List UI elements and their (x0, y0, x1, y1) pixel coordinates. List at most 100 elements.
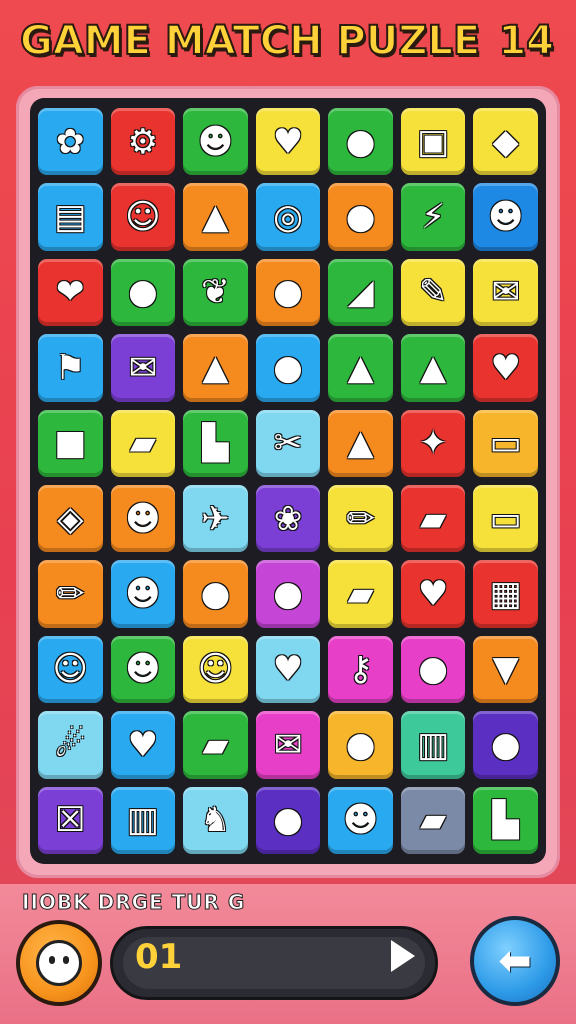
board-tile[interactable]: ● (183, 560, 248, 628)
board-tile[interactable]: ✉ (110, 334, 176, 402)
board-tile[interactable]: ▭ (473, 485, 538, 553)
board-tile[interactable]: ■ (38, 409, 103, 477)
board-tile[interactable]: ☻ (110, 485, 176, 553)
board-tile[interactable]: ☄ (38, 711, 103, 779)
board-tile[interactable]: ✏ (328, 485, 393, 553)
board-tile[interactable]: ▰ (110, 409, 176, 477)
board-tile[interactable]: ♥ (255, 108, 321, 176)
board-tile[interactable]: ▙ (473, 786, 538, 854)
wand-icon: ✦ (418, 423, 448, 464)
board-tile[interactable]: ▼ (473, 635, 538, 704)
board-tile[interactable]: ● (255, 334, 321, 402)
blue-ball-icon: ● (490, 724, 521, 765)
board-tile[interactable]: ▲ (328, 334, 393, 402)
board-tile[interactable]: ◢ (328, 258, 393, 327)
board-tile[interactable]: ⚡ (400, 183, 466, 251)
board-tile[interactable]: ✏ (38, 560, 103, 628)
board-tile[interactable]: ▭ (473, 409, 538, 477)
red-cone-icon: ▲ (202, 197, 229, 238)
board-tile[interactable]: ● (328, 108, 393, 176)
board-tile[interactable]: ▣ (400, 108, 466, 176)
board-tile[interactable]: ♥ (473, 334, 538, 402)
chili-icon: ▰ (202, 724, 229, 765)
board-tile[interactable]: ▰ (400, 786, 466, 854)
board-tile[interactable]: ☺ (183, 635, 248, 704)
board-tile[interactable]: ● (328, 183, 393, 251)
yellow-heart-icon: ♥ (490, 347, 521, 388)
board-tile[interactable]: ▲ (328, 409, 393, 477)
board-tile[interactable]: ✿ (38, 108, 103, 176)
board-tile[interactable]: ❀ (255, 485, 321, 553)
board-tile[interactable]: ☻ (183, 108, 248, 176)
flag-icon: ⚑ (55, 347, 86, 388)
orange-cone-icon: ▲ (202, 347, 229, 388)
pink-ball-icon: ● (273, 574, 303, 615)
envelope-icon: ✉ (128, 347, 158, 388)
board-tile[interactable]: ☻ (110, 560, 176, 628)
board-tile[interactable]: ● (328, 711, 393, 779)
board-tile[interactable]: ✈ (183, 485, 248, 553)
board-tile[interactable]: ✉ (255, 711, 321, 779)
board-tile[interactable]: ♥ (255, 635, 321, 704)
gear-icon: ⚙ (127, 121, 159, 162)
board-tile[interactable]: ✂ (255, 409, 321, 477)
carrot-icon: ▼ (492, 649, 519, 690)
board-tile[interactable]: ♥ (400, 560, 466, 628)
board-tile[interactable]: ● (255, 786, 321, 854)
crayon-icon: ✏ (346, 498, 375, 539)
board-tile[interactable]: ▙ (183, 409, 248, 477)
board-tile[interactable]: ● (255, 258, 321, 327)
board-tile[interactable]: ☒ (38, 786, 103, 854)
board-tile[interactable]: ● (110, 258, 176, 327)
board-tile[interactable]: ▲ (183, 183, 248, 251)
pear-icon: ● (345, 121, 376, 162)
board-tile[interactable]: ✎ (400, 258, 466, 327)
board-tile[interactable]: ☺ (110, 183, 176, 251)
board-tile[interactable]: ▰ (328, 560, 393, 628)
board-tile[interactable]: ▤ (38, 183, 103, 251)
green-monster-icon: ☻ (197, 121, 234, 162)
pink-heart-icon: ❤ (56, 272, 85, 313)
board-tile[interactable]: ⚑ (38, 334, 103, 402)
purple-ball-icon: ● (273, 800, 303, 841)
bear-icon: ☻ (125, 649, 161, 690)
board-tile[interactable]: ❦ (183, 258, 248, 327)
back-button[interactable]: ⬅ (470, 916, 560, 1006)
moves-bar: 01 (110, 926, 438, 1000)
board-tile[interactable]: ▲ (400, 334, 466, 402)
character-button[interactable] (16, 920, 102, 1006)
board-tile[interactable]: ❤ (38, 258, 103, 327)
board-tile[interactable]: ● (400, 635, 466, 704)
board-tile[interactable]: ▥ (400, 711, 466, 779)
board-tile[interactable]: ⚙ (110, 108, 176, 176)
card-icon: ▦ (489, 574, 522, 615)
white-monster-icon: ☺ (125, 197, 161, 238)
board-tile[interactable]: ▦ (473, 560, 538, 628)
board-tile[interactable]: ◎ (255, 183, 321, 251)
green-dino-icon: ♞ (200, 800, 231, 841)
blue-heart-icon: ♥ (417, 574, 449, 615)
board-tile[interactable]: ✉ (473, 258, 538, 327)
board-tile[interactable]: ☻ (328, 786, 393, 854)
board-tile[interactable]: ✦ (400, 409, 466, 477)
board-tile[interactable]: ♞ (183, 786, 248, 854)
board-tile[interactable]: ▰ (400, 485, 466, 553)
purple-cone-icon: ▲ (347, 347, 374, 388)
board-tile[interactable]: ▲ (183, 334, 248, 402)
comet-icon: ☄ (55, 724, 86, 765)
board-tile[interactable]: ☺ (38, 635, 103, 704)
board-tile[interactable]: ☻ (110, 635, 176, 704)
board-tile[interactable]: ● (473, 711, 538, 779)
board-tile[interactable]: ◈ (38, 485, 103, 553)
orange-cat-icon: ☻ (487, 197, 524, 238)
board-tile[interactable]: ▥ (110, 786, 176, 854)
board-tile[interactable]: ● (255, 560, 321, 628)
boot-icon: ▙ (202, 423, 229, 464)
board-tile[interactable]: ◆ (473, 108, 538, 176)
board-tile[interactable]: ☻ (473, 183, 538, 251)
play-icon[interactable] (391, 940, 415, 972)
board-tile[interactable]: ♥ (110, 711, 176, 779)
envelope-icon: ✉ (491, 272, 520, 313)
board-tile[interactable]: ▰ (183, 711, 248, 779)
board-tile[interactable]: ⚷ (328, 635, 393, 704)
